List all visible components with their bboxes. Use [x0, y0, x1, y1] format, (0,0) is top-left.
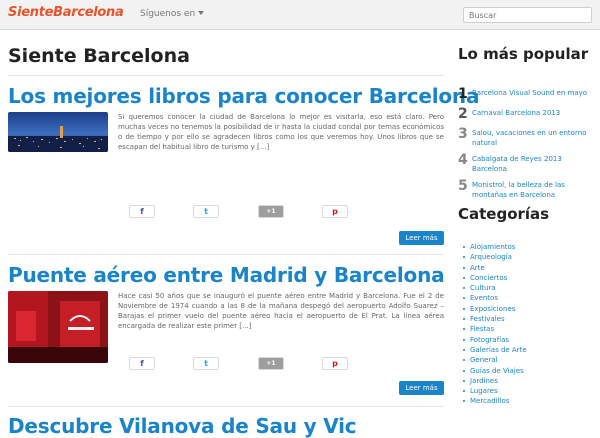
gplus-share-button[interactable]: +1	[258, 205, 284, 218]
logo-word-2: Barcelona	[53, 5, 124, 20]
popular-rank: 5	[458, 178, 468, 194]
pinterest-share-button[interactable]: p	[322, 357, 348, 370]
facebook-icon: f	[140, 207, 144, 216]
category-item[interactable]: Lugares	[458, 386, 596, 396]
twitter-icon: t	[204, 359, 208, 368]
category-item[interactable]: General	[458, 355, 596, 365]
read-more-button[interactable]: Leer más	[399, 381, 444, 395]
pinterest-icon: p	[332, 359, 338, 368]
post-title[interactable]: Puente aéreo entre Madrid y Barcelona	[8, 263, 445, 287]
read-more-button[interactable]: Leer más	[399, 231, 444, 245]
gplus-icon: +1	[266, 208, 276, 215]
popular-link[interactable]: Cabalgata de Reyes 2013 Barcelona	[472, 154, 596, 174]
popular-rank: 2	[458, 106, 468, 122]
post-title[interactable]: Los mejores libros para conocer Barcelon…	[8, 84, 479, 108]
top-navbar: SienteBarcelona Síguenos en	[0, 0, 600, 30]
category-list: Alojamientos Arqueología Arte Conciertos…	[458, 242, 596, 407]
category-item[interactable]: Exposiciones	[458, 304, 596, 314]
popular-rank: 4	[458, 152, 468, 168]
page-title: Siente Barcelona	[8, 45, 190, 67]
category-item[interactable]: Fotografías	[458, 335, 596, 345]
facebook-share-button[interactable]: f	[129, 357, 155, 370]
category-item[interactable]: Mercadillos	[458, 396, 596, 406]
popular-link[interactable]: Salou, vacaciones en un entorno natural	[472, 128, 596, 148]
category-item[interactable]: Festivales	[458, 314, 596, 324]
popular-item[interactable]: 5 Monistrol, la belleza de las montañas …	[458, 178, 596, 200]
category-item[interactable]: Jardines	[458, 376, 596, 386]
category-item[interactable]: Fiestas	[458, 324, 596, 334]
search-input[interactable]	[463, 7, 592, 23]
post-excerpt: Hace casi 50 años que se inauguró el pue…	[118, 292, 444, 330]
category-item[interactable]: Galerías de Arte	[458, 345, 596, 355]
facebook-share-button[interactable]: f	[129, 205, 155, 218]
follow-menu[interactable]: Síguenos en	[140, 9, 205, 19]
category-item[interactable]: Alojamientos	[458, 242, 596, 252]
category-item[interactable]: Eventos	[458, 293, 596, 303]
category-item[interactable]: Arte	[458, 263, 596, 273]
category-item[interactable]: Guías de Viajes	[458, 366, 596, 376]
popular-link[interactable]: Barcelona Visual Sound en mayo	[472, 88, 596, 98]
pinterest-icon: p	[332, 207, 338, 216]
category-item[interactable]: Conciertos	[458, 273, 596, 283]
divider	[8, 406, 444, 407]
popular-heading: Lo más popular	[458, 45, 589, 63]
post-title[interactable]: Descubre Vilanova de Sau y Vic	[8, 414, 357, 438]
divider	[8, 254, 444, 255]
category-item[interactable]: Arqueología	[458, 252, 596, 262]
popular-rank: 1	[458, 86, 468, 102]
category-item[interactable]: Cultura	[458, 283, 596, 293]
post-excerpt: Si queremos conocer la ciudad de Barcelo…	[118, 113, 444, 151]
popular-item[interactable]: 1 Barcelona Visual Sound en mayo	[458, 86, 596, 108]
twitter-share-button[interactable]: t	[193, 205, 219, 218]
popular-item[interactable]: 4 Cabalgata de Reyes 2013 Barcelona	[458, 152, 596, 174]
popular-link[interactable]: Carnaval Barcelona 2013	[472, 108, 596, 118]
twitter-share-button[interactable]: t	[193, 357, 219, 370]
post-thumbnail[interactable]	[8, 291, 108, 363]
gplus-share-button[interactable]: +1	[258, 357, 284, 370]
divider	[8, 75, 444, 76]
follow-label: Síguenos en	[140, 9, 196, 19]
site-logo[interactable]: SienteBarcelona	[8, 5, 124, 20]
chevron-down-icon	[198, 11, 205, 15]
post-thumbnail[interactable]	[8, 112, 108, 152]
popular-item[interactable]: 2 Carnaval Barcelona 2013	[458, 106, 596, 128]
popular-rank: 3	[458, 126, 468, 142]
pinterest-share-button[interactable]: p	[322, 205, 348, 218]
facebook-icon: f	[140, 359, 144, 368]
logo-word-1: Siente	[8, 5, 54, 20]
gplus-icon: +1	[266, 360, 276, 367]
categories-heading: Categorías	[458, 205, 550, 223]
twitter-icon: t	[204, 207, 208, 216]
popular-link[interactable]: Monistrol, la belleza de las montañas en…	[472, 180, 596, 200]
popular-item[interactable]: 3 Salou, vacaciones en un entorno natura…	[458, 126, 596, 148]
